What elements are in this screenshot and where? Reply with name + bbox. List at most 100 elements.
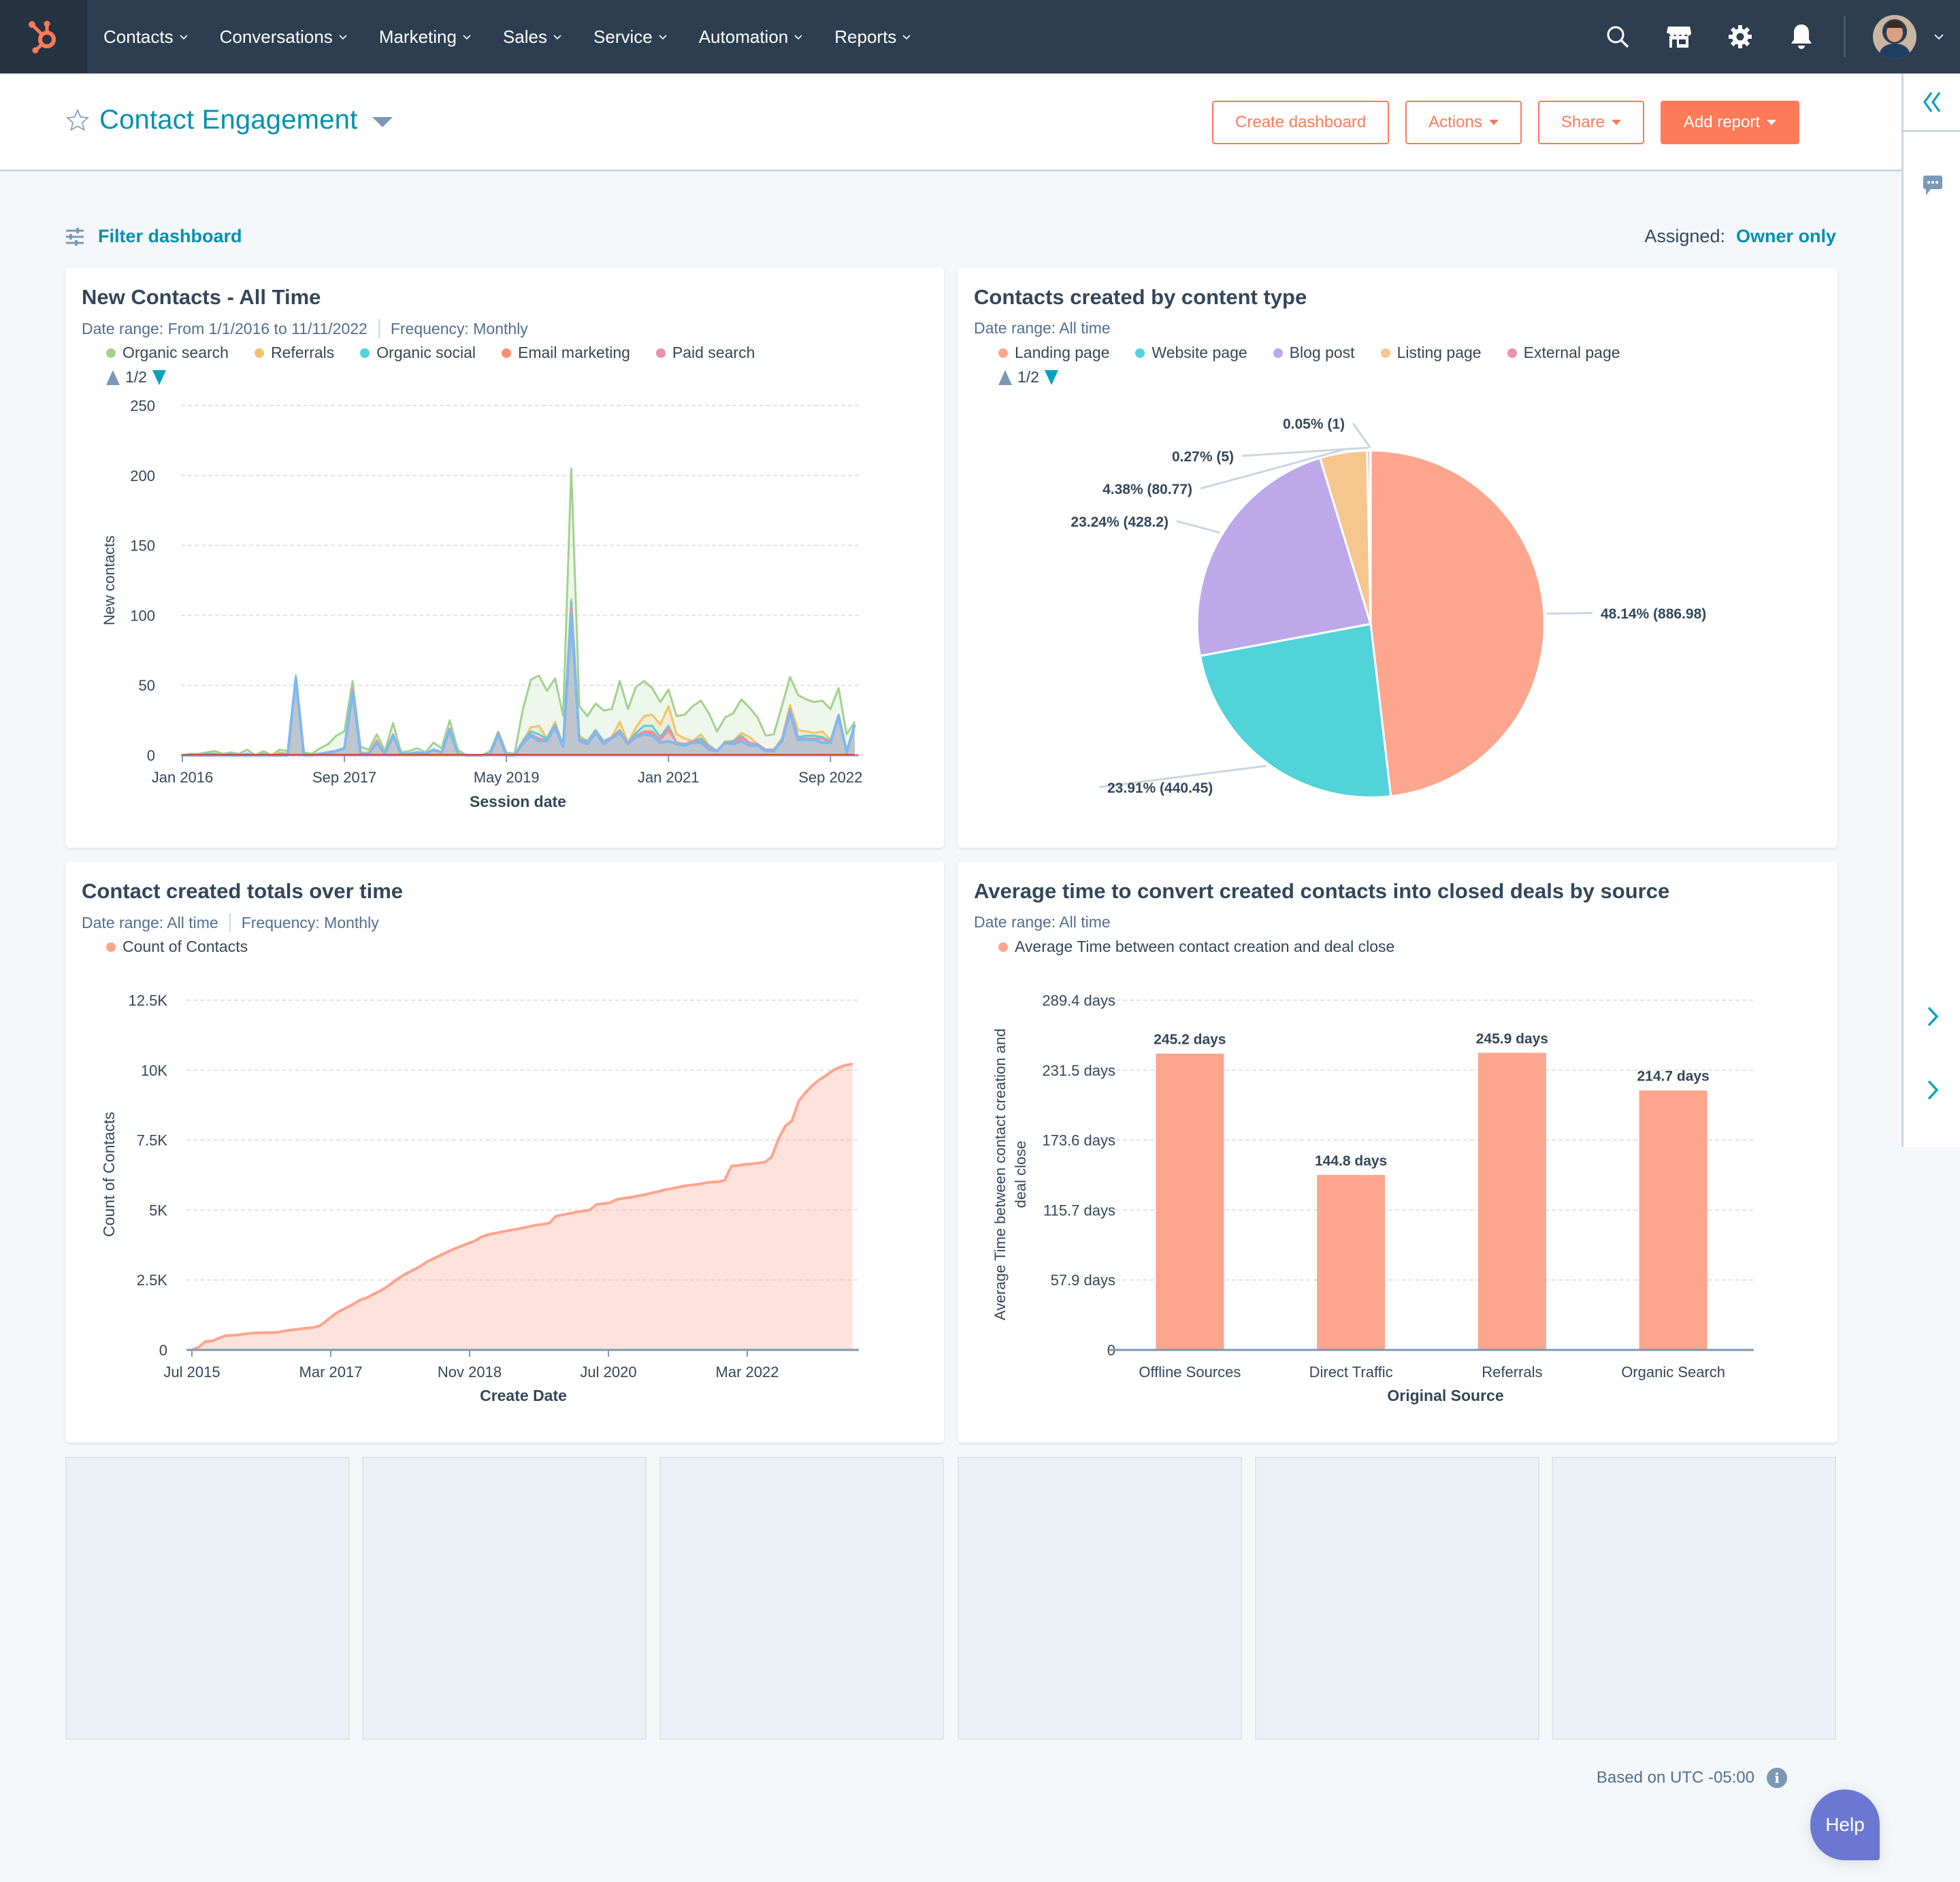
avg-time-bar-chart: 057.9 days115.7 days173.6 days231.5 days… xyxy=(992,992,1754,1404)
expand-panel-button[interactable] xyxy=(1904,1006,1960,1027)
y-tick-label: 250 xyxy=(130,397,155,414)
hubspot-logo[interactable] xyxy=(0,0,87,73)
nav-sales[interactable]: Sales xyxy=(503,27,562,48)
x-tick-label: Sep 2022 xyxy=(798,769,862,786)
content-type-pie-chart: 48.14% (886.98) 23.91% (440.45) 23.24% (42… xyxy=(1071,416,1706,799)
y-tick-label: 200 xyxy=(130,467,155,484)
pie-data-label: 4.38% (80.77) xyxy=(1102,482,1192,497)
nav-conversations[interactable]: Conversations xyxy=(220,27,348,48)
nav-label: Conversations xyxy=(219,26,333,47)
page-title[interactable]: Contact Engagement xyxy=(99,105,357,135)
y-axis-title-line: Average Time between contact creation an… xyxy=(992,1029,1009,1321)
filter-dashboard-button[interactable]: Filter dashboard xyxy=(65,226,242,247)
y-tick-label: 7.5K xyxy=(137,1132,168,1149)
totals-area-chart: 0 2.5K 5K 7.5K 10K 12.5K Jul 2015 Mar 2017 Nov 2… xyxy=(100,992,859,1404)
marketplace-icon[interactable] xyxy=(1664,22,1694,52)
comments-button[interactable] xyxy=(1904,174,1960,197)
nav-label: Service xyxy=(593,26,653,47)
y-axis-title: Average Time between contact creation an… xyxy=(992,1029,1029,1321)
nav-label: Reports xyxy=(834,26,897,47)
report-card-content-type[interactable]: Contacts created by content type Date ra… xyxy=(958,267,1838,848)
x-axis-title: Create Date xyxy=(480,1387,567,1404)
y-tick-label: 150 xyxy=(130,538,155,555)
search-icon[interactable] xyxy=(1603,22,1633,52)
x-tick-label: Jul 2020 xyxy=(580,1364,636,1381)
nav-utilities xyxy=(1603,0,1960,73)
x-tick-label: Sep 2017 xyxy=(312,769,376,786)
x-tick-label: Offline Sources xyxy=(1139,1364,1241,1381)
y-axis-title-line: deal close xyxy=(1012,1140,1029,1208)
y-axis-title: Count of Contacts xyxy=(100,1112,118,1237)
pie-slice xyxy=(1369,449,1372,625)
nav-automation[interactable]: Automation xyxy=(699,27,804,48)
bar-data-label: 144.8 days xyxy=(1315,1153,1387,1169)
assigned-label: Assigned: xyxy=(1644,226,1725,246)
report-card-avg-time[interactable]: Average time to convert created contacts… xyxy=(958,861,1838,1442)
y-tick-label: 57.9 days xyxy=(1051,1272,1115,1289)
x-axis-title: Original Source xyxy=(1387,1387,1503,1404)
user-avatar[interactable] xyxy=(1873,15,1916,59)
notifications-icon[interactable] xyxy=(1786,22,1816,52)
nav-label: Sales xyxy=(502,26,548,47)
chevron-down-icon xyxy=(659,35,667,40)
info-icon[interactable]: i xyxy=(1767,1768,1787,1788)
caret-down-icon xyxy=(1611,120,1621,125)
pie-label-connector xyxy=(1546,612,1593,615)
series-line xyxy=(182,467,856,757)
dashboard-switcher-caret-icon[interactable] xyxy=(372,117,393,127)
chevron-down-icon[interactable] xyxy=(1933,31,1945,43)
chevron-down-icon xyxy=(902,35,911,40)
y-tick-label: 0 xyxy=(159,1342,167,1359)
x-axis-title: Session date xyxy=(470,793,566,810)
report-placeholder xyxy=(65,1457,350,1740)
bar xyxy=(1317,1174,1386,1350)
share-button[interactable]: Share xyxy=(1537,101,1644,144)
report-placeholder xyxy=(659,1457,944,1740)
favorite-star-icon[interactable] xyxy=(65,108,90,133)
chevron-right-icon xyxy=(1927,1006,1939,1027)
x-tick-label: Nov 2018 xyxy=(438,1364,502,1381)
dashboard-header: Contact Engagement Create dashboard Acti… xyxy=(0,73,1901,171)
x-tick-label: Jan 2021 xyxy=(638,769,700,786)
report-card-new-contacts[interactable]: New Contacts - All Time Date range: From… xyxy=(65,267,944,848)
filter-sliders-icon xyxy=(66,227,84,246)
bar xyxy=(1156,1053,1224,1350)
y-tick-label: 100 xyxy=(130,607,155,624)
expand-panel-button[interactable] xyxy=(1904,1079,1960,1101)
nav-reports[interactable]: Reports xyxy=(834,27,911,48)
nav-contacts[interactable]: Contacts xyxy=(103,27,189,48)
y-tick-label: 115.7 days xyxy=(1043,1202,1115,1219)
x-tick-label: Mar 2022 xyxy=(716,1364,779,1381)
report-placeholder xyxy=(1255,1457,1539,1740)
y-tick-label: 173.6 days xyxy=(1042,1132,1115,1149)
report-placeholder xyxy=(958,1457,1242,1740)
chevron-down-icon xyxy=(553,35,561,40)
top-nav: Contacts Conversations Marketing Sales S… xyxy=(0,0,1960,73)
x-tick-label: Organic Search xyxy=(1621,1364,1725,1381)
timezone-note: Based on UTC -05:00 i xyxy=(1597,1768,1787,1788)
create-dashboard-button[interactable]: Create dashboard xyxy=(1212,101,1390,144)
pie-label-connector xyxy=(1352,423,1371,448)
caret-down-icon xyxy=(1488,120,1499,125)
report-placeholder xyxy=(1552,1457,1836,1740)
add-report-button[interactable]: Add report xyxy=(1660,101,1799,144)
report-card-totals[interactable]: Contact created totals over time Date ra… xyxy=(65,861,944,1442)
series-area xyxy=(192,1063,853,1350)
bar xyxy=(1639,1090,1708,1350)
button-label: Add report xyxy=(1683,113,1760,131)
filter-label: Filter dashboard xyxy=(98,226,242,246)
double-chevron-left-icon xyxy=(1923,91,1940,112)
nav-label: Contacts xyxy=(103,26,174,47)
chevron-right-icon xyxy=(1927,1080,1939,1100)
pie-data-label: 0.27% (5) xyxy=(1172,449,1234,465)
nav-marketing[interactable]: Marketing xyxy=(379,27,472,48)
help-button[interactable]: Help xyxy=(1810,1789,1880,1860)
nav-service[interactable]: Service xyxy=(593,27,668,48)
settings-icon[interactable] xyxy=(1725,22,1755,52)
assigned-value-link[interactable]: Owner only xyxy=(1736,226,1836,247)
pie-data-label: 48.14% (886.98) xyxy=(1601,606,1706,622)
actions-button[interactable]: Actions xyxy=(1405,101,1522,144)
y-tick-label: 5K xyxy=(149,1202,167,1219)
timezone-text: Based on UTC -05:00 xyxy=(1596,1768,1754,1787)
collapse-sidebar-button[interactable] xyxy=(1904,73,1960,132)
